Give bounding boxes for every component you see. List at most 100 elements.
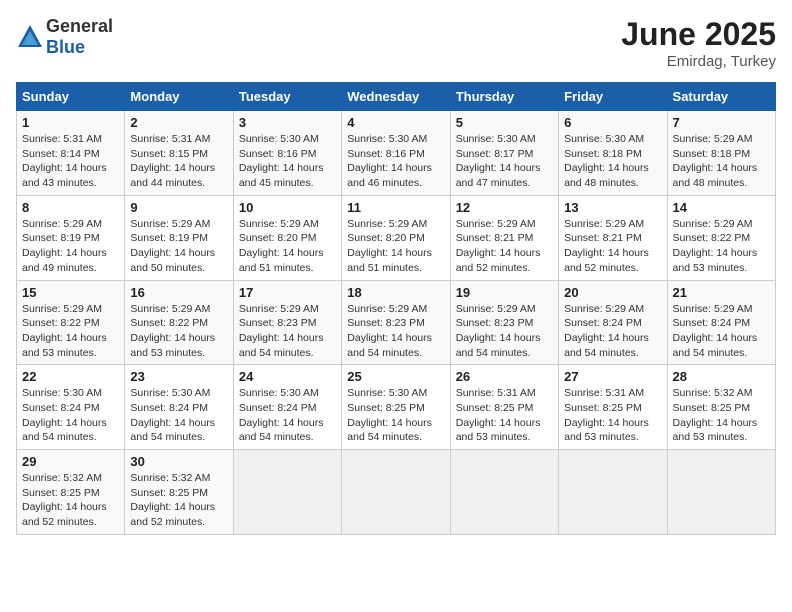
calendar-cell: 27 Sunrise: 5:31 AM Sunset: 8:25 PM Dayl… xyxy=(559,365,667,450)
day-number: 7 xyxy=(673,115,770,130)
day-number: 26 xyxy=(456,369,553,384)
logo: General Blue xyxy=(16,16,113,58)
day-number: 4 xyxy=(347,115,444,130)
day-number: 24 xyxy=(239,369,336,384)
day-number: 30 xyxy=(130,454,227,469)
day-number: 17 xyxy=(239,285,336,300)
day-info: Sunrise: 5:30 AM Sunset: 8:24 PM Dayligh… xyxy=(239,386,336,445)
day-number: 22 xyxy=(22,369,119,384)
page-header: General Blue June 2025 Emirdag, Turkey xyxy=(16,16,776,70)
day-number: 1 xyxy=(22,115,119,130)
calendar-cell: 5 Sunrise: 5:30 AM Sunset: 8:17 PM Dayli… xyxy=(450,111,558,196)
calendar-cell xyxy=(559,450,667,535)
day-number: 21 xyxy=(673,285,770,300)
day-info: Sunrise: 5:30 AM Sunset: 8:24 PM Dayligh… xyxy=(22,386,119,445)
day-number: 2 xyxy=(130,115,227,130)
day-number: 19 xyxy=(456,285,553,300)
calendar-cell xyxy=(667,450,775,535)
logo-icon xyxy=(16,23,44,51)
header-friday: Friday xyxy=(559,83,667,111)
calendar-cell: 19 Sunrise: 5:29 AM Sunset: 8:23 PM Dayl… xyxy=(450,280,558,365)
day-info: Sunrise: 5:32 AM Sunset: 8:25 PM Dayligh… xyxy=(22,471,119,530)
calendar-cell: 10 Sunrise: 5:29 AM Sunset: 8:20 PM Dayl… xyxy=(233,195,341,280)
day-number: 13 xyxy=(564,200,661,215)
day-info: Sunrise: 5:29 AM Sunset: 8:20 PM Dayligh… xyxy=(347,217,444,276)
day-info: Sunrise: 5:29 AM Sunset: 8:22 PM Dayligh… xyxy=(130,302,227,361)
header-tuesday: Tuesday xyxy=(233,83,341,111)
day-info: Sunrise: 5:30 AM Sunset: 8:18 PM Dayligh… xyxy=(564,132,661,191)
calendar-cell xyxy=(233,450,341,535)
day-info: Sunrise: 5:29 AM Sunset: 8:24 PM Dayligh… xyxy=(673,302,770,361)
calendar-cell: 12 Sunrise: 5:29 AM Sunset: 8:21 PM Dayl… xyxy=(450,195,558,280)
day-info: Sunrise: 5:30 AM Sunset: 8:17 PM Dayligh… xyxy=(456,132,553,191)
calendar-cell: 15 Sunrise: 5:29 AM Sunset: 8:22 PM Dayl… xyxy=(17,280,125,365)
calendar-cell: 26 Sunrise: 5:31 AM Sunset: 8:25 PM Dayl… xyxy=(450,365,558,450)
day-number: 11 xyxy=(347,200,444,215)
day-info: Sunrise: 5:30 AM Sunset: 8:24 PM Dayligh… xyxy=(130,386,227,445)
day-number: 18 xyxy=(347,285,444,300)
logo-text-general: General xyxy=(46,16,113,36)
day-number: 5 xyxy=(456,115,553,130)
calendar-cell: 28 Sunrise: 5:32 AM Sunset: 8:25 PM Dayl… xyxy=(667,365,775,450)
calendar-cell: 14 Sunrise: 5:29 AM Sunset: 8:22 PM Dayl… xyxy=(667,195,775,280)
day-info: Sunrise: 5:29 AM Sunset: 8:23 PM Dayligh… xyxy=(456,302,553,361)
calendar-cell: 13 Sunrise: 5:29 AM Sunset: 8:21 PM Dayl… xyxy=(559,195,667,280)
day-number: 14 xyxy=(673,200,770,215)
day-number: 16 xyxy=(130,285,227,300)
day-info: Sunrise: 5:31 AM Sunset: 8:14 PM Dayligh… xyxy=(22,132,119,191)
day-number: 12 xyxy=(456,200,553,215)
calendar-week-row: 22 Sunrise: 5:30 AM Sunset: 8:24 PM Dayl… xyxy=(17,365,776,450)
day-number: 29 xyxy=(22,454,119,469)
day-info: Sunrise: 5:30 AM Sunset: 8:16 PM Dayligh… xyxy=(347,132,444,191)
weekday-header-row: Sunday Monday Tuesday Wednesday Thursday… xyxy=(17,83,776,111)
day-number: 15 xyxy=(22,285,119,300)
day-info: Sunrise: 5:29 AM Sunset: 8:23 PM Dayligh… xyxy=(347,302,444,361)
header-sunday: Sunday xyxy=(17,83,125,111)
header-saturday: Saturday xyxy=(667,83,775,111)
day-info: Sunrise: 5:30 AM Sunset: 8:16 PM Dayligh… xyxy=(239,132,336,191)
calendar-cell: 21 Sunrise: 5:29 AM Sunset: 8:24 PM Dayl… xyxy=(667,280,775,365)
day-info: Sunrise: 5:31 AM Sunset: 8:25 PM Dayligh… xyxy=(564,386,661,445)
day-number: 25 xyxy=(347,369,444,384)
calendar-cell: 11 Sunrise: 5:29 AM Sunset: 8:20 PM Dayl… xyxy=(342,195,450,280)
calendar-cell: 30 Sunrise: 5:32 AM Sunset: 8:25 PM Dayl… xyxy=(125,450,233,535)
calendar-table: Sunday Monday Tuesday Wednesday Thursday… xyxy=(16,82,776,535)
calendar-week-row: 15 Sunrise: 5:29 AM Sunset: 8:22 PM Dayl… xyxy=(17,280,776,365)
header-monday: Monday xyxy=(125,83,233,111)
day-info: Sunrise: 5:29 AM Sunset: 8:22 PM Dayligh… xyxy=(22,302,119,361)
day-number: 9 xyxy=(130,200,227,215)
calendar-cell: 24 Sunrise: 5:30 AM Sunset: 8:24 PM Dayl… xyxy=(233,365,341,450)
day-info: Sunrise: 5:30 AM Sunset: 8:25 PM Dayligh… xyxy=(347,386,444,445)
header-wednesday: Wednesday xyxy=(342,83,450,111)
day-number: 27 xyxy=(564,369,661,384)
day-number: 6 xyxy=(564,115,661,130)
calendar-cell: 25 Sunrise: 5:30 AM Sunset: 8:25 PM Dayl… xyxy=(342,365,450,450)
calendar-cell: 1 Sunrise: 5:31 AM Sunset: 8:14 PM Dayli… xyxy=(17,111,125,196)
day-info: Sunrise: 5:29 AM Sunset: 8:23 PM Dayligh… xyxy=(239,302,336,361)
calendar-cell: 9 Sunrise: 5:29 AM Sunset: 8:19 PM Dayli… xyxy=(125,195,233,280)
calendar-cell: 16 Sunrise: 5:29 AM Sunset: 8:22 PM Dayl… xyxy=(125,280,233,365)
day-info: Sunrise: 5:29 AM Sunset: 8:21 PM Dayligh… xyxy=(456,217,553,276)
calendar-cell: 7 Sunrise: 5:29 AM Sunset: 8:18 PM Dayli… xyxy=(667,111,775,196)
calendar-cell: 3 Sunrise: 5:30 AM Sunset: 8:16 PM Dayli… xyxy=(233,111,341,196)
calendar-cell: 29 Sunrise: 5:32 AM Sunset: 8:25 PM Dayl… xyxy=(17,450,125,535)
day-info: Sunrise: 5:29 AM Sunset: 8:24 PM Dayligh… xyxy=(564,302,661,361)
day-number: 20 xyxy=(564,285,661,300)
calendar-cell: 4 Sunrise: 5:30 AM Sunset: 8:16 PM Dayli… xyxy=(342,111,450,196)
calendar-cell xyxy=(450,450,558,535)
calendar-title: June 2025 xyxy=(621,16,776,53)
day-info: Sunrise: 5:29 AM Sunset: 8:19 PM Dayligh… xyxy=(22,217,119,276)
calendar-cell: 22 Sunrise: 5:30 AM Sunset: 8:24 PM Dayl… xyxy=(17,365,125,450)
header-thursday: Thursday xyxy=(450,83,558,111)
calendar-cell xyxy=(342,450,450,535)
calendar-cell: 6 Sunrise: 5:30 AM Sunset: 8:18 PM Dayli… xyxy=(559,111,667,196)
day-info: Sunrise: 5:29 AM Sunset: 8:20 PM Dayligh… xyxy=(239,217,336,276)
day-info: Sunrise: 5:29 AM Sunset: 8:18 PM Dayligh… xyxy=(673,132,770,191)
title-block: June 2025 Emirdag, Turkey xyxy=(621,16,776,70)
calendar-cell: 2 Sunrise: 5:31 AM Sunset: 8:15 PM Dayli… xyxy=(125,111,233,196)
logo-text-blue: Blue xyxy=(46,37,85,57)
calendar-week-row: 1 Sunrise: 5:31 AM Sunset: 8:14 PM Dayli… xyxy=(17,111,776,196)
calendar-cell: 17 Sunrise: 5:29 AM Sunset: 8:23 PM Dayl… xyxy=(233,280,341,365)
calendar-week-row: 8 Sunrise: 5:29 AM Sunset: 8:19 PM Dayli… xyxy=(17,195,776,280)
day-info: Sunrise: 5:31 AM Sunset: 8:15 PM Dayligh… xyxy=(130,132,227,191)
